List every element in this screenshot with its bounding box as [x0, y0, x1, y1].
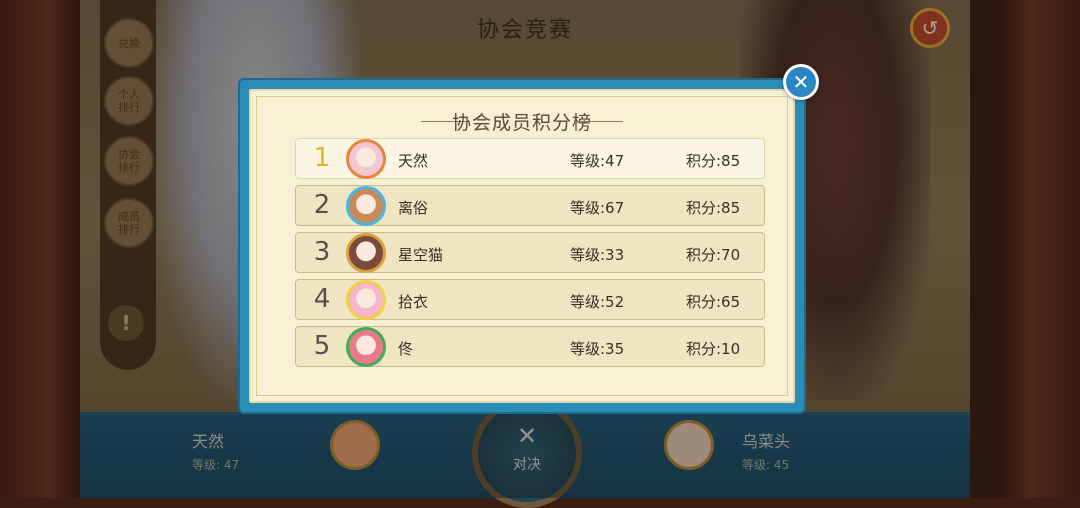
- modal-paper: 协会成员积分榜 1 天然 等级:47 积分:85 2 离俗 等级:67 积分:8…: [249, 89, 795, 403]
- member-avatar: [346, 186, 386, 226]
- member-score: 积分:85: [686, 199, 741, 217]
- rank-row[interactable]: 4 拾衣 等级:52 积分:65: [295, 279, 765, 320]
- rank-list: 1 天然 等级:47 积分:85 2 离俗 等级:67 积分:85 3 星空猫 …: [295, 138, 765, 373]
- member-level: 等级:33: [570, 246, 625, 264]
- member-avatar: [346, 327, 386, 367]
- modal-title: 协会成员积分榜: [451, 112, 592, 134]
- member-level: 等级:47: [570, 152, 625, 170]
- member-name: 星空猫: [398, 246, 444, 264]
- member-name: 佟: [398, 340, 414, 358]
- member-name: 天然: [398, 152, 429, 170]
- rank-number: 3: [313, 237, 331, 267]
- rank-row[interactable]: 5 佟 等级:35 积分:10: [295, 326, 765, 367]
- member-score-modal: 协会成员积分榜 1 天然 等级:47 积分:85 2 离俗 等级:67 积分:8…: [240, 80, 804, 412]
- member-name: 拾衣: [398, 293, 429, 311]
- member-score: 积分:65: [686, 293, 741, 311]
- rank-row[interactable]: 2 离俗 等级:67 积分:85: [295, 185, 765, 226]
- member-level: 等级:67: [570, 199, 625, 217]
- member-level: 等级:35: [570, 340, 625, 358]
- rank-number: 5: [313, 331, 331, 361]
- member-avatar: [346, 233, 386, 273]
- member-avatar: [346, 139, 386, 179]
- rank-number: 1: [313, 143, 331, 173]
- member-level: 等级:52: [570, 293, 625, 311]
- member-score: 积分:85: [686, 152, 741, 170]
- close-button[interactable]: ✕: [783, 64, 819, 100]
- member-score: 积分:10: [686, 340, 741, 358]
- rank-number: 4: [313, 284, 331, 314]
- close-icon: ✕: [792, 70, 810, 94]
- rank-row[interactable]: 1 天然 等级:47 积分:85: [295, 138, 765, 179]
- member-score: 积分:70: [686, 246, 741, 264]
- member-name: 离俗: [398, 199, 429, 217]
- member-avatar: [346, 280, 386, 320]
- rank-row[interactable]: 3 星空猫 等级:33 积分:70: [295, 232, 765, 273]
- rank-number: 2: [313, 190, 331, 220]
- title-divider-right: [575, 121, 623, 122]
